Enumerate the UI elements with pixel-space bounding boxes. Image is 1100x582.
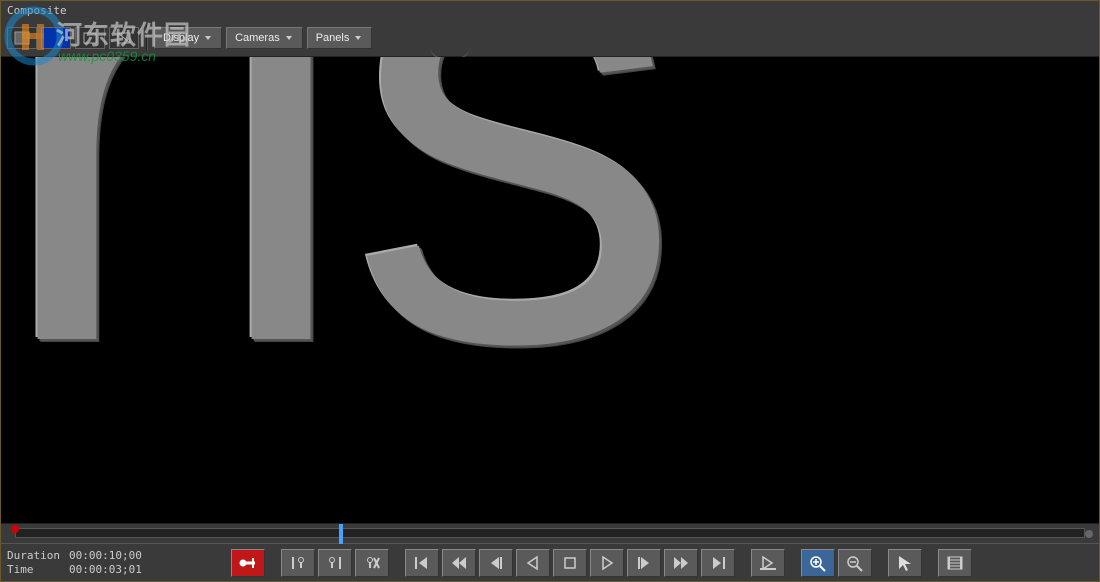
channel-box-rgb[interactable]	[7, 27, 37, 49]
zoom-in-button[interactable]	[801, 549, 835, 577]
panels-menu-label: Panels	[316, 32, 350, 44]
timeline[interactable]	[1, 523, 1099, 543]
step-forward-button[interactable]	[664, 549, 698, 577]
panel-header: Composite	[1, 1, 1099, 19]
time-value: 00:00:03;01	[69, 563, 142, 577]
cameras-menu-label: Cameras	[235, 32, 280, 44]
timeline-track[interactable]	[15, 528, 1085, 538]
goto-end-button[interactable]	[701, 549, 735, 577]
channel-box-alpha[interactable]	[41, 27, 71, 49]
record-key-button[interactable]	[231, 549, 265, 577]
viewport-mode-box[interactable]	[75, 27, 105, 49]
viewport-3d-text: rıs	[1, 57, 657, 442]
transport-controls	[231, 549, 972, 577]
display-menu-button[interactable]: Display	[154, 27, 222, 49]
frame-back-button[interactable]	[479, 549, 513, 577]
timeline-end-marker[interactable]	[1085, 530, 1093, 538]
stop-button[interactable]	[553, 549, 587, 577]
cameras-menu-button[interactable]: Cameras	[226, 27, 303, 49]
viewport[interactable]: rıs	[1, 57, 1099, 523]
viewport-wire-box[interactable]	[109, 27, 139, 49]
transport-bar: Duration 00:00:10;00 Time 00:00:03;01	[1, 543, 1099, 581]
step-back-button[interactable]	[442, 549, 476, 577]
keyframe-marker[interactable]	[11, 525, 19, 533]
render-settings-button[interactable]	[938, 549, 972, 577]
viewport-toolbar: Display Cameras Panels	[1, 19, 1099, 57]
frame-forward-button[interactable]	[627, 549, 661, 577]
delete-key-button[interactable]	[355, 549, 389, 577]
duration-value: 00:00:10;00	[69, 549, 142, 563]
prev-key-button[interactable]	[281, 549, 315, 577]
chevron-down-icon	[355, 36, 361, 40]
time-label: Time	[7, 563, 69, 577]
next-key-button[interactable]	[318, 549, 352, 577]
time-readout: Duration 00:00:10;00 Time 00:00:03;01	[1, 549, 231, 577]
selection-tool-button[interactable]	[888, 549, 922, 577]
goto-start-button[interactable]	[405, 549, 439, 577]
panels-menu-button[interactable]: Panels	[307, 27, 373, 49]
duration-label: Duration	[7, 549, 69, 563]
display-menu-label: Display	[163, 32, 199, 44]
panel-title: Composite	[7, 4, 67, 17]
loop-button[interactable]	[751, 549, 785, 577]
play-backward-button[interactable]	[516, 549, 550, 577]
chevron-down-icon	[205, 36, 211, 40]
chevron-down-icon	[286, 36, 292, 40]
playhead[interactable]	[339, 524, 343, 544]
play-forward-button[interactable]	[590, 549, 624, 577]
zoom-out-button[interactable]	[838, 549, 872, 577]
